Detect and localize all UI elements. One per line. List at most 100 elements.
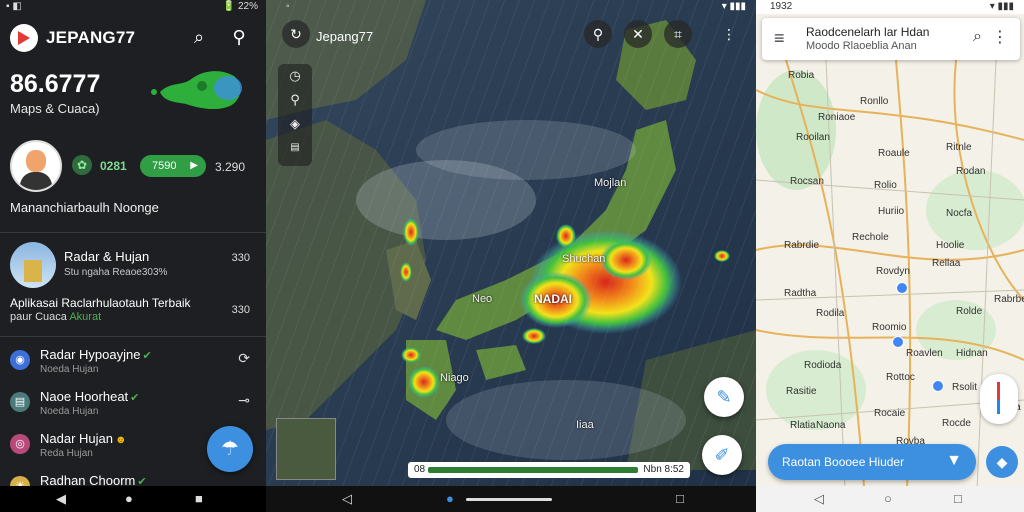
map-title: Jepang77 (316, 29, 374, 44)
cube-icon[interactable]: ◈ (278, 112, 312, 136)
list-item[interactable]: ▤ Naoe Hoorheat ✔ Noeda Hujan ⊸ (0, 384, 266, 424)
map-town-label: Rechole (852, 232, 889, 243)
map-pin[interactable] (896, 282, 908, 294)
card-count: 330 (231, 252, 250, 264)
arrow-right-icon: ▶ (190, 160, 198, 171)
card-title[interactable]: Radar & Hujan (64, 249, 149, 264)
map-town-label: Robia (788, 70, 815, 81)
toggle-icon[interactable]: ⊸ (238, 392, 250, 409)
map-town-label: Hoolie (936, 240, 965, 251)
app-bar: JEPANG77 ⌕ ⚲ (0, 20, 266, 58)
description-prefix: paur Cuaca (10, 311, 67, 323)
status-bar: 1932 ▾ ▮▮▮ (756, 0, 1024, 14)
draw-button[interactable]: ✐ (702, 435, 742, 475)
value-pill[interactable]: 7590 ▶ (140, 155, 206, 177)
map-town-label: Roaule (878, 148, 910, 159)
status-icons-left: ▪ ◧ (6, 1, 22, 12)
divider (0, 336, 266, 337)
map-town-label: Rabrbe (994, 294, 1024, 305)
radar-map-panel[interactable]: ◦ ▾ ▮▮▮ ↻ Jepang77 ⚲ ✕ ⌗ ⋮ ◷ ⚲ ◈ ▤ Mojla… (266, 0, 756, 512)
layers-icon[interactable]: ✕ (624, 20, 652, 48)
home-icon[interactable]: ● (125, 491, 133, 506)
voice-search-icon[interactable]: ⚲ (228, 26, 250, 48)
avatar[interactable] (10, 140, 62, 192)
map-app-panel[interactable]: 1932 ▾ ▮▮▮ ≡ Raodcenelarh lar Hdan Moodo… (756, 0, 1024, 512)
map-town-label: Roavlen (906, 348, 943, 359)
left-app-panel: ▪ ◧ 🔋 22% JEPANG77 ⌕ ⚲ 86.6777 Maps & Cu… (0, 0, 266, 512)
recents-icon[interactable]: □ (676, 491, 684, 506)
status-bar: ▪ ◧ 🔋 22% (0, 0, 266, 14)
map-town-label: Nocfa (946, 208, 973, 219)
map-label-west: Neo (472, 293, 493, 305)
check-icon: ✔ (130, 392, 140, 404)
minimap[interactable] (276, 418, 336, 480)
directions-button[interactable]: ◆ (986, 446, 1018, 478)
radar-icon: ◉ (10, 350, 30, 370)
counter-two: 3.290 (215, 160, 246, 174)
slider-track[interactable] (428, 467, 638, 473)
back-icon[interactable]: ◁ (342, 491, 352, 507)
search-icon[interactable]: ⌕ (973, 28, 982, 46)
list-item-title: Naoe Hoorheat ✔ (40, 389, 139, 404)
recents-icon[interactable]: □ (954, 491, 962, 506)
map-town-label: Rodioda (804, 360, 842, 371)
radar-route-label: Raotan Boooee Hiuder (782, 455, 905, 469)
app-subtitle: Maps & Cuaca) (10, 101, 100, 116)
hamburger-menu-icon[interactable]: ≡ (774, 28, 785, 49)
slider-right-label: Nbn 8:52 (643, 464, 684, 475)
clock-icon[interactable]: ◷ (278, 64, 312, 88)
status-icons-right: ▾ ▮▮▮ (721, 1, 746, 12)
description-count: 330 (231, 304, 250, 316)
map-town-label: Roomio (872, 322, 907, 333)
assistant-icon[interactable]: ● (446, 491, 454, 506)
settings-icon[interactable]: ⌗ (664, 20, 692, 48)
map-town-label: Rocde (942, 418, 971, 429)
home-gesture-bar[interactable] (466, 498, 552, 501)
map-town-label: Rodan (956, 166, 986, 177)
map-label-south: Iiaa (576, 419, 594, 431)
search-bar[interactable]: ≡ Raodcenelarh lar Hdan Moodo Rlaoeblia … (762, 18, 1020, 60)
system-nav-bar: ◁ ○ □ (756, 486, 1024, 512)
radar-map[interactable] (266, 0, 756, 512)
map-town-label: Rocaie (874, 408, 906, 419)
map-pin[interactable] (892, 336, 904, 348)
home-icon[interactable]: ○ (884, 491, 892, 506)
list-item-title-text: Nadar Hujan (40, 431, 113, 446)
chevron-down-icon: ▼ (946, 452, 962, 469)
compass-button[interactable] (980, 374, 1018, 424)
storm-icon: ▤ (10, 392, 30, 412)
description-line1: Aplikasai Raclarhulaotauh Terbaik (10, 296, 191, 310)
radar-route-button[interactable]: Raotan Boooee Hiuder ▼ (768, 444, 976, 480)
more-options-icon[interactable]: ⋮ (722, 26, 736, 43)
map-pin[interactable] (932, 380, 944, 392)
menu-icon[interactable]: ↻ (282, 20, 310, 48)
pin-icon[interactable]: ⚲ (278, 88, 312, 112)
map-town-label: Rolio (874, 180, 897, 191)
status-icons-left: ◦ (286, 1, 290, 12)
layers-3d-icon[interactable]: ▤ (278, 136, 312, 160)
map-town-label: Rasitie (786, 386, 817, 397)
tagline: Mananchiarbaulh Noonge (10, 200, 159, 215)
list-item[interactable]: ◉ Radar Hypoayjne ✔ Noeda Hujan ⟳ (0, 342, 266, 382)
map-town-label: Rooilan (796, 132, 830, 143)
status-icons-right: ▾ ▮▮▮ (989, 1, 1014, 12)
time-slider[interactable]: 08 Nbn 8:52 (408, 462, 690, 478)
refresh-icon[interactable]: ⟳ (238, 350, 250, 367)
location-icon[interactable]: ⚲ (584, 20, 612, 48)
map-town-label: Hidnan (956, 348, 988, 359)
more-options-icon[interactable]: ⋮ (992, 27, 1008, 47)
search-title: Raodcenelarh lar Hdan (806, 25, 930, 39)
card-thumbnail[interactable] (10, 242, 56, 288)
system-nav-bar: ◁ ● □ (266, 486, 756, 512)
back-icon[interactable]: ◁ (814, 491, 824, 507)
status-bar: ◦ ▾ ▮▮▮ (266, 0, 756, 14)
fab-radar-button[interactable]: ☂ (207, 426, 253, 472)
measure-button[interactable]: ✎ (704, 377, 744, 417)
search-icon[interactable]: ⌕ (188, 26, 210, 48)
back-icon[interactable]: ◀ (56, 491, 66, 507)
recents-icon[interactable]: ■ (195, 491, 203, 506)
map-town-label: Rodila (816, 308, 845, 319)
map-town-label: Radtha (784, 288, 817, 299)
system-nav-bar: ◀ ● ■ (0, 486, 266, 512)
map-town-label: Rocsan (790, 176, 824, 187)
